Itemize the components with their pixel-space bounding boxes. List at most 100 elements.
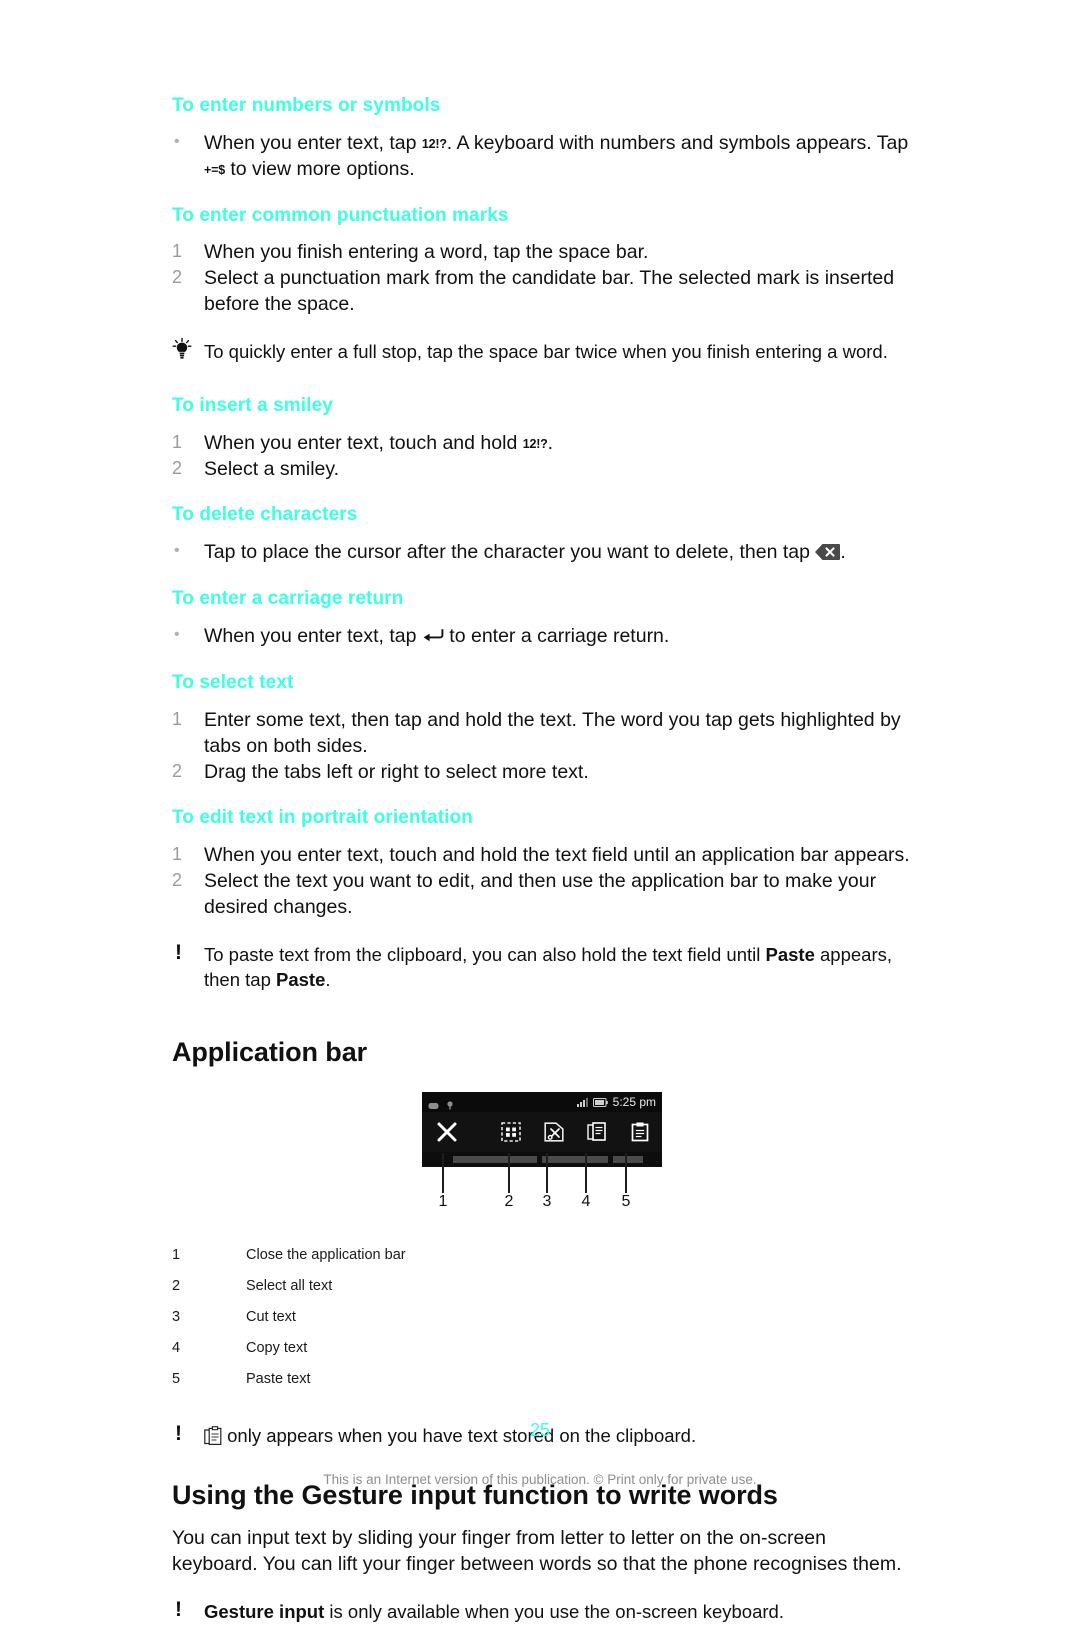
list-numbers-or-symbols: • When you enter text, tap 12!?. A keyboa… <box>172 131 912 183</box>
key-12-symbols-glyph: 12!? <box>522 436 548 451</box>
list-item: 1 Enter some text, then tap and hold the … <box>172 708 912 760</box>
tip-text: To quickly enter a full stop, tap the sp… <box>204 341 888 363</box>
heading-to-insert-a-smiley: To insert a smiley <box>172 394 333 416</box>
cut-icon[interactable] <box>533 1122 576 1142</box>
legend-row: 3 Cut text <box>172 1309 912 1340</box>
legend-row: 2 Select all text <box>172 1278 912 1309</box>
step-text: Select the text you want to edit, and th… <box>204 870 877 919</box>
step-text-part: to view more options. <box>224 157 415 180</box>
note-text-part: is only available when you use the on-sc… <box>324 1601 784 1623</box>
page-content: To enter numbers or symbols • When you en… <box>172 95 912 1625</box>
note-text-part: . <box>325 968 331 990</box>
list-item: • When you enter text, tap 12!?. A keyboa… <box>172 131 912 183</box>
step-number: 1 <box>172 241 183 262</box>
heading-application-bar: Application bar <box>172 1037 368 1068</box>
gesture-paragraph: You can input text by sliding your finge… <box>172 1527 902 1576</box>
step-text-part: . <box>840 541 846 564</box>
callout-number: 2 <box>504 1192 514 1210</box>
step-number: 2 <box>172 267 183 288</box>
list-insert-smiley: 1 When you enter text, touch and hold 12!… <box>172 431 912 483</box>
list-punctuation-marks: 1 When you finish entering a word, tap th… <box>172 240 912 318</box>
callout-number: 5 <box>621 1192 631 1210</box>
tip-full-stop: To quickly enter a full stop, tap the sp… <box>172 338 912 367</box>
page-number: 25 <box>529 1420 551 1440</box>
note-text-part: To paste text from the clipboard, you ca… <box>204 944 766 965</box>
step-text: Drag the tabs left or right to select mo… <box>204 760 589 783</box>
legend-description: Paste text <box>246 1370 311 1387</box>
legend-row: 1 Close the application bar <box>172 1247 912 1278</box>
note-bold-paste: Paste <box>765 944 815 965</box>
key-12-symbols-glyph: 12!? <box>421 136 447 151</box>
legend-description: Copy text <box>246 1339 308 1356</box>
step-number: 1 <box>172 431 183 452</box>
step-text-part: Tap to place the cursor after the charac… <box>204 541 816 564</box>
list-item: 2 Select a smiley. <box>172 457 912 483</box>
list-delete-characters: • Tap to place the cursor after the chara… <box>172 540 912 566</box>
step-text: Select a punctuation mark from the candi… <box>204 267 895 316</box>
legend-row: 4 Copy text <box>172 1340 912 1371</box>
exclamation-icon: ! <box>175 1598 182 1622</box>
heading-to-enter-a-carriage-return: To enter a carriage return <box>172 588 404 610</box>
legend-number: 2 <box>172 1277 181 1294</box>
step-text-part: . A keyboard with numbers and symbols ap… <box>446 131 909 154</box>
callout-numbers: 1 2 3 4 5 <box>422 1193 662 1215</box>
key-plus-equals-dollar-glyph: +=$ <box>204 162 225 177</box>
paste-icon[interactable] <box>619 1122 662 1142</box>
step-number: 2 <box>172 760 183 781</box>
step-text-part: When you enter text, tap <box>204 624 422 647</box>
list-item: • When you enter text, tap to enter a car… <box>172 624 912 650</box>
legend-row: 5 Paste text <box>172 1371 912 1402</box>
copy-icon[interactable] <box>576 1122 619 1142</box>
step-text: When you finish entering a word, tap the… <box>204 241 649 264</box>
list-item: 1 When you enter text, touch and hold 12!… <box>172 431 912 457</box>
callout-number: 3 <box>542 1192 552 1210</box>
legend-description: Cut text <box>246 1308 296 1325</box>
application-bar-row <box>422 1111 662 1152</box>
legend-description: Close the application bar <box>246 1246 406 1263</box>
heading-to-enter-numbers-or-symbols: To enter numbers or symbols <box>172 95 441 116</box>
step-number: 2 <box>172 457 183 478</box>
note-bold-gesture-input: Gesture input <box>204 1601 325 1623</box>
list-item: • Tap to place the cursor after the chara… <box>172 540 912 566</box>
exclamation-icon: ! <box>175 941 182 964</box>
callout-number: 1 <box>438 1192 448 1210</box>
heading-to-edit-text-in-portrait-orientation: To edit text in portrait orientation <box>172 807 473 829</box>
list-item: 1 When you finish entering a word, tap th… <box>172 240 912 266</box>
bullet-marker: • <box>174 132 180 150</box>
backspace-key-icon <box>815 543 841 561</box>
application-bar-legend: 1 Close the application bar 2 Select all… <box>172 1247 912 1402</box>
footer-note: This is an Internet version of this publ… <box>323 1472 757 1487</box>
legend-number: 1 <box>172 1246 181 1263</box>
list-item: 1 When you enter text, touch and hold the… <box>172 843 912 869</box>
list-item: 2 Drag the tabs left or right to select m… <box>172 760 912 786</box>
note-bold-paste: Paste <box>276 968 326 990</box>
step-number: 1 <box>172 844 183 865</box>
note-paste-from-clipboard: ! To paste text from the clipboard, you … <box>172 941 912 992</box>
list-item: 2 Select the text you want to edit, and t… <box>172 869 912 921</box>
status-bar: 5:25 pm <box>422 1091 662 1112</box>
application-bar-figure: 5:25 pm 1 2 3 4 5 <box>172 1091 912 1215</box>
legend-description: Select all text <box>246 1277 333 1294</box>
return-key-icon <box>422 625 444 642</box>
heading-to-select-text: To select text <box>172 671 294 693</box>
status-time: 5:25 pm <box>612 1095 656 1110</box>
step-text: When you enter text, touch and hold the … <box>204 844 910 867</box>
legend-number: 3 <box>172 1308 181 1325</box>
note-gesture-input: ! Gesture input is only available when y… <box>172 1598 912 1625</box>
heading-to-delete-characters: To delete characters <box>172 504 358 526</box>
callout-leader-lines <box>422 1152 662 1193</box>
step-number: 2 <box>172 870 183 891</box>
close-icon[interactable] <box>422 1121 490 1143</box>
document-page: To enter numbers or symbols • When you en… <box>0 0 1080 1622</box>
list-carriage-return: • When you enter text, tap to enter a car… <box>172 624 912 650</box>
legend-number: 5 <box>172 1370 181 1387</box>
list-select-text: 1 Enter some text, then tap and hold the … <box>172 708 912 786</box>
step-text: Select a smiley. <box>204 457 340 480</box>
step-text-part: . <box>547 431 554 454</box>
battery-icon <box>592 1094 608 1112</box>
lightbulb-icon <box>172 338 198 367</box>
step-number: 1 <box>172 708 183 729</box>
heading-to-enter-common-punctuation-marks: To enter common punctuation marks <box>172 204 509 226</box>
select-all-icon[interactable] <box>490 1122 533 1142</box>
signal-icon <box>576 1094 588 1112</box>
